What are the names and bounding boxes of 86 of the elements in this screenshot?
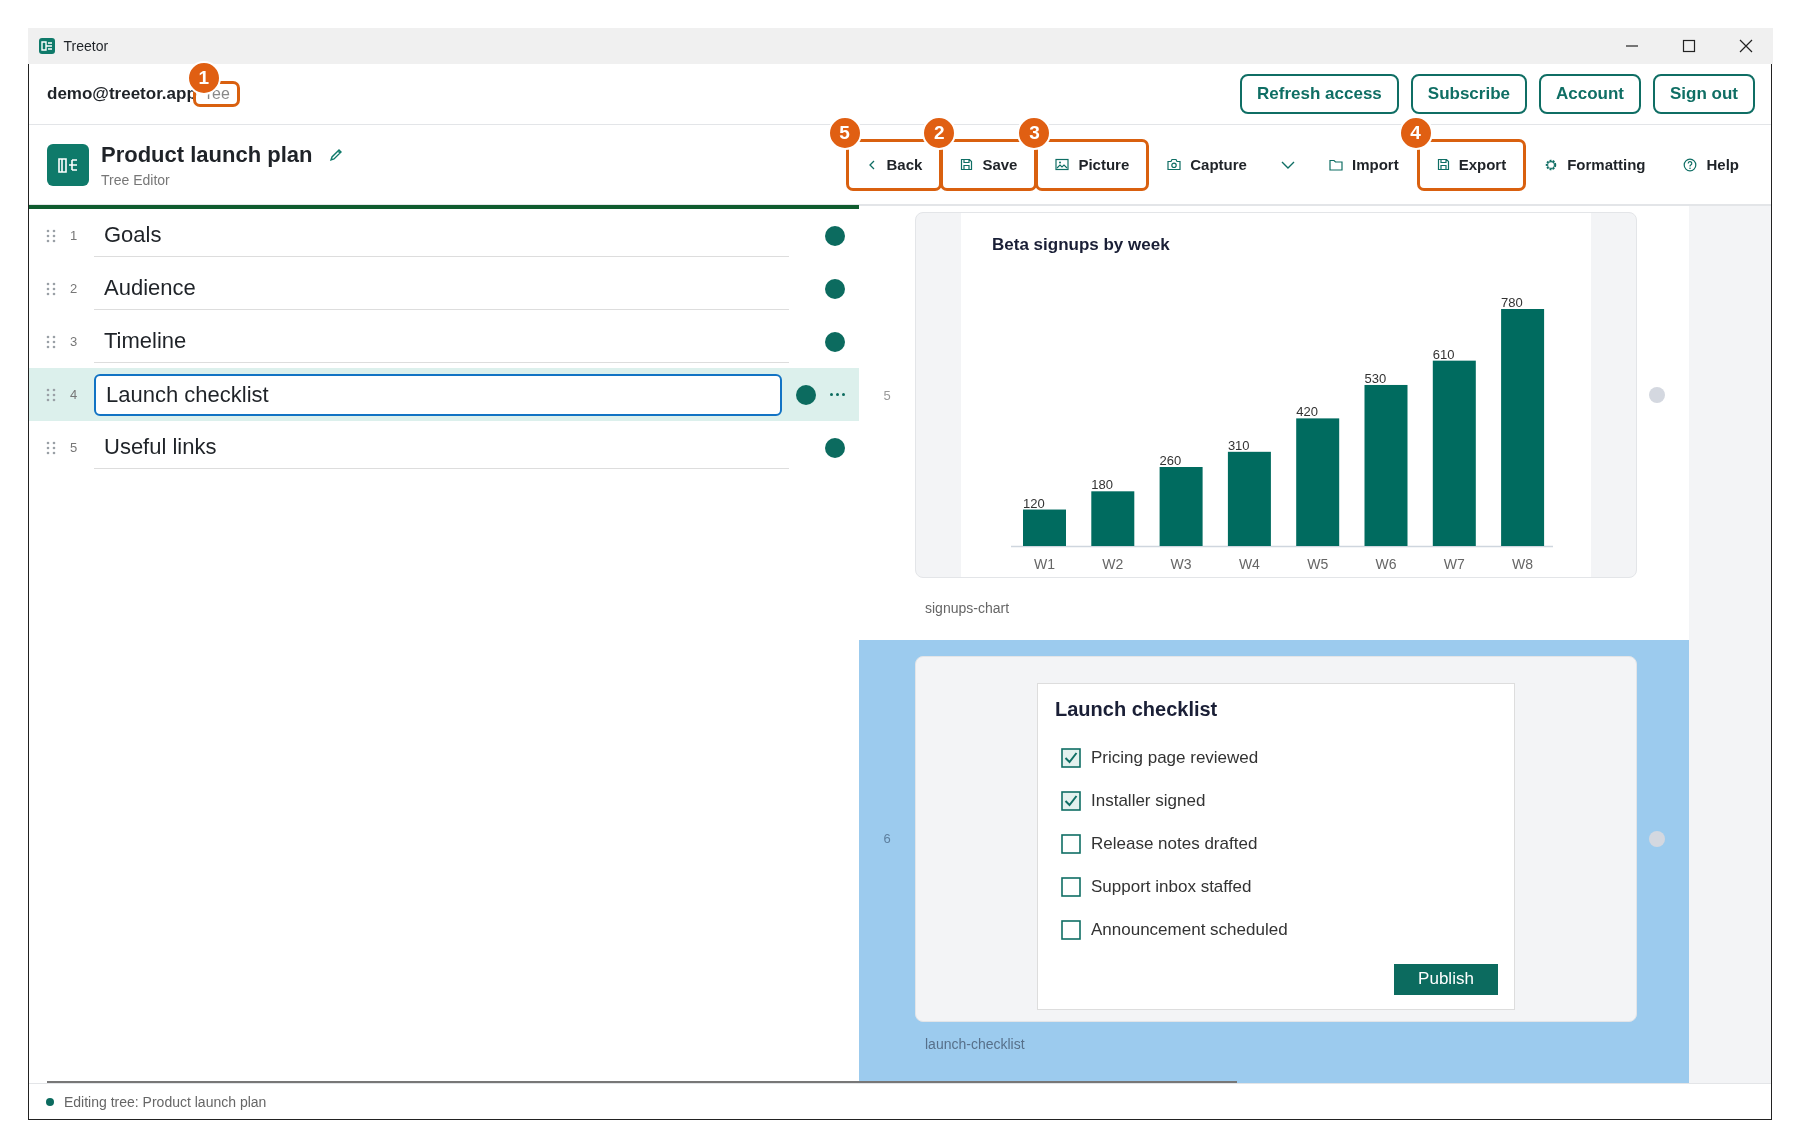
checklist-title: Launch checklist <box>1055 697 1219 721</box>
block-caption: signups-chart <box>924 599 1011 616</box>
x-tick-label: W6 <box>1375 556 1397 572</box>
checklist-item-label: Installer signed <box>1091 791 1206 811</box>
status-dot <box>825 437 845 458</box>
data-label: 310 <box>1227 437 1250 453</box>
callout-badge: 2 <box>922 115 957 150</box>
status-dot <box>796 384 816 405</box>
block-number: 5 <box>882 387 892 403</box>
x-tick-label: W4 <box>1238 556 1260 572</box>
app-logo-icon <box>38 38 55 54</box>
publish-button[interactable]: Publish <box>1394 963 1498 995</box>
chevron-down-icon <box>1279 159 1296 170</box>
data-label: 530 <box>1364 370 1387 386</box>
block-caption: launch-checklist <box>924 1034 1026 1052</box>
close-icon[interactable] <box>1738 39 1753 53</box>
document-subtitle: Tree Editor <box>101 171 171 188</box>
block-card[interactable]: Beta signups by week 120 W1 180 W2 260 W3 310 W4 420 W5 530 W6 610 W7 780 W8 <box>915 212 1637 578</box>
camera-icon <box>1167 158 1182 171</box>
document-title: Product launch plan <box>101 141 313 168</box>
data-label: 260 <box>1159 453 1182 468</box>
checklist-item-label: Support inbox staffed <box>1091 877 1252 897</box>
tree-editor-icon <box>47 143 89 186</box>
checklist-item-label: Release notes drafted <box>1091 834 1258 854</box>
image-icon <box>1055 158 1070 171</box>
handle-dot[interactable] <box>1649 387 1665 403</box>
folder-icon <box>1328 158 1343 171</box>
drag-handle-icon[interactable] <box>46 334 56 349</box>
x-tick-label: W8 <box>1512 556 1534 572</box>
drag-handle-icon[interactable] <box>46 281 56 296</box>
bar <box>1091 491 1135 546</box>
node-title[interactable]: Goals <box>94 214 789 257</box>
checkbox[interactable] <box>1061 834 1081 854</box>
checklist-item-label: Pricing page reviewed <box>1091 748 1259 768</box>
row-number: 1 <box>70 228 79 243</box>
node-title[interactable]: Timeline <box>94 320 789 363</box>
data-label: 420 <box>1296 404 1318 420</box>
drag-handle-icon[interactable] <box>46 228 56 243</box>
window-title: Treetor <box>63 38 109 54</box>
header-button[interactable]: Sign out <box>1653 74 1755 114</box>
help-icon <box>1683 157 1698 172</box>
row-number: 2 <box>70 281 79 296</box>
callout-badge: 5 <box>827 115 862 150</box>
data-label: 120 <box>1023 495 1045 511</box>
status-dot <box>825 278 845 299</box>
x-tick-label: W1 <box>1034 556 1055 572</box>
callout-badge: 3 <box>1017 115 1052 150</box>
node-title[interactable]: Audience <box>94 267 789 310</box>
data-label: 780 <box>1501 295 1523 310</box>
node-title-field[interactable]: Launch checklist <box>94 373 782 416</box>
status-text: Editing tree: Product launch plan <box>64 1093 267 1110</box>
header-button[interactable]: Refresh access <box>1240 74 1399 114</box>
x-tick-label: W5 <box>1307 556 1329 572</box>
data-label: 610 <box>1432 346 1455 362</box>
row-number: 3 <box>70 334 79 349</box>
x-tick-label: W3 <box>1170 556 1192 572</box>
account-email: demo@treetor.app <box>47 84 197 104</box>
handle-dot[interactable] <box>1649 830 1665 847</box>
node-title[interactable]: Useful links <box>94 426 789 469</box>
maximize-icon[interactable] <box>1681 39 1696 53</box>
x-tick-label: W7 <box>1443 556 1465 572</box>
data-label: 180 <box>1091 477 1113 493</box>
save-icon <box>960 158 974 171</box>
drag-handle-icon[interactable] <box>46 440 56 455</box>
row-number: 5 <box>70 440 79 455</box>
checkbox[interactable] <box>1061 748 1081 768</box>
bar <box>1023 509 1066 546</box>
row-number: 4 <box>70 387 79 402</box>
checklist-item-label: Announcement scheduled <box>1091 920 1288 940</box>
checkbox[interactable] <box>1061 791 1081 811</box>
checkbox[interactable] <box>1061 877 1081 897</box>
block-number: 6 <box>882 831 892 846</box>
callout-badge: 4 <box>1398 115 1433 150</box>
header-button[interactable]: Subscribe <box>1410 74 1527 114</box>
block-card[interactable]: Launch checklist Pricing page reviewed Installer signed Release notes drafted Support inbox staffed Announcement scheduled Publish <box>915 655 1637 1022</box>
status-dot <box>825 331 845 352</box>
drag-handle-icon[interactable] <box>46 387 56 402</box>
x-tick-label: W2 <box>1102 556 1124 572</box>
gear-icon <box>1544 157 1559 172</box>
save-icon <box>1436 158 1450 171</box>
status-dot <box>825 225 845 246</box>
header-button[interactable]: Account <box>1539 74 1641 114</box>
chart-title: Beta signups by week <box>991 235 1171 255</box>
checkbox[interactable] <box>1061 920 1081 940</box>
scrollbar[interactable] <box>47 1081 1237 1083</box>
status-dot <box>46 1097 54 1106</box>
